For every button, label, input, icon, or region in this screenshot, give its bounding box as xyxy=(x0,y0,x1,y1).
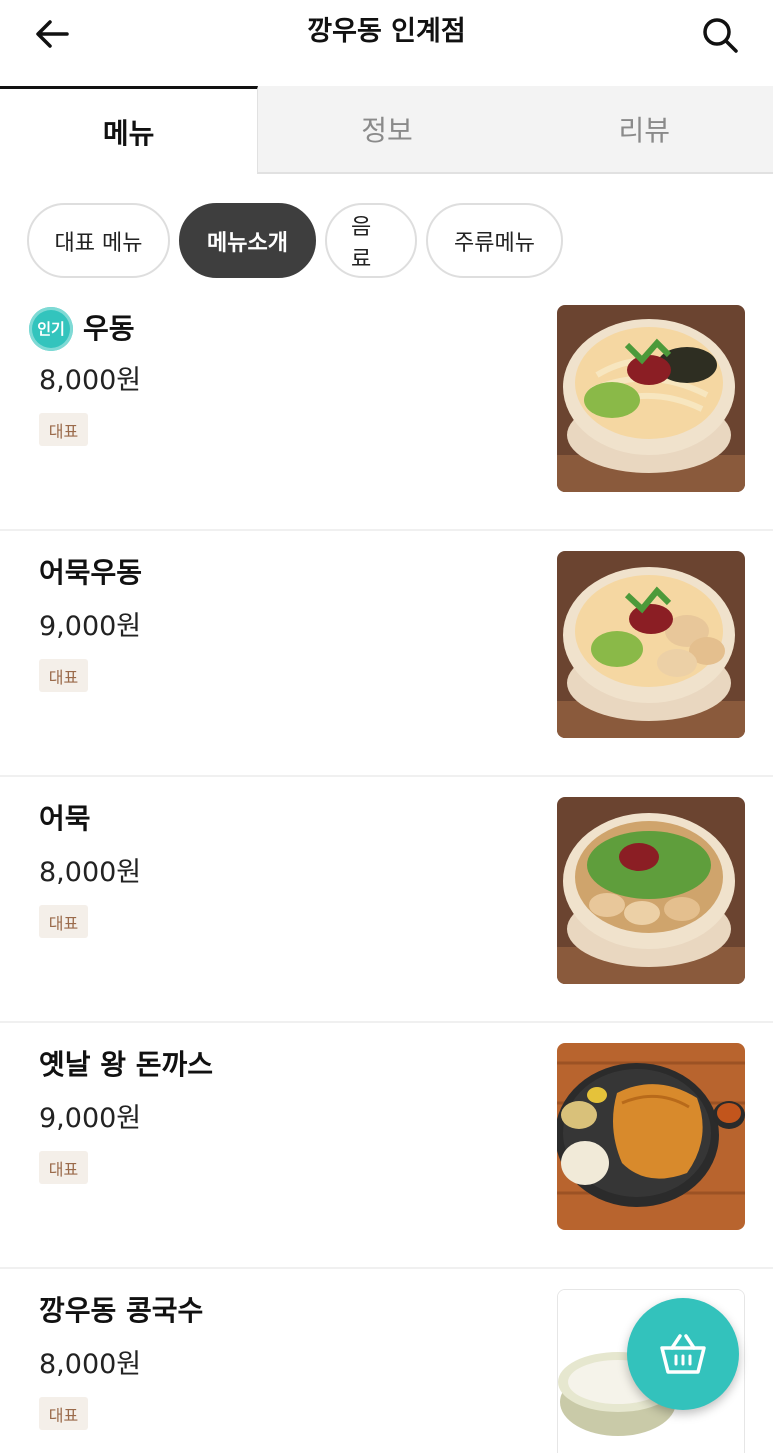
menu-item-name: 어묵 xyxy=(39,799,91,839)
menu-item-name: 옛날 왕 돈까스 xyxy=(39,1045,213,1085)
menu-item-price: 9,000원 xyxy=(39,611,142,642)
menu-item[interactable]: 옛날 왕 돈까스 9,000원 대표 xyxy=(0,1023,773,1269)
tab-info[interactable]: 정보 xyxy=(258,86,515,172)
chip-menu-intro[interactable]: 메뉴소개 xyxy=(179,203,316,278)
menu-item-price: 8,000원 xyxy=(39,857,142,888)
menu-item-image xyxy=(557,1043,745,1230)
signature-tag: 대표 xyxy=(39,659,88,692)
menu-item-price: 8,000원 xyxy=(39,365,142,396)
menu-item-price: 8,000원 xyxy=(39,1349,142,1380)
menu-item[interactable]: 어묵우동 9,000원 대표 xyxy=(0,531,773,777)
signature-tag: 대표 xyxy=(39,1151,88,1184)
app-header: 깡우동 인계점 xyxy=(0,0,773,86)
search-button[interactable] xyxy=(697,12,743,58)
tab-menu[interactable]: 메뉴 xyxy=(0,86,259,174)
tab-review[interactable]: 리뷰 xyxy=(516,86,773,172)
category-chips: 대표 메뉴 메뉴소개 음료 주류메뉴 xyxy=(27,203,563,278)
menu-list: 인기 우동 8,000원 대표 어묵우동 9,000원 대표 어묵 8,000원… xyxy=(0,285,773,1453)
basket-icon xyxy=(660,1334,706,1374)
signature-tag: 대표 xyxy=(39,413,88,446)
menu-item-name-text: 어묵우동 xyxy=(39,556,143,589)
menu-item-name-text: 옛날 왕 돈까스 xyxy=(39,1048,214,1081)
search-icon xyxy=(703,18,738,53)
page-title: 깡우동 인계점 xyxy=(307,16,466,47)
menu-item-name: 어묵우동 xyxy=(39,553,142,593)
chip-drinks[interactable]: 음료 xyxy=(325,203,417,278)
menu-item-name-text: 우동 xyxy=(83,312,135,345)
menu-item-price: 9,000원 xyxy=(39,1103,142,1134)
cart-button[interactable] xyxy=(627,1298,739,1410)
menu-item-name-text: 어묵 xyxy=(39,802,91,835)
menu-item-image xyxy=(557,797,745,984)
menu-item-image xyxy=(557,305,745,492)
menu-item[interactable]: 어묵 8,000원 대표 xyxy=(0,777,773,1023)
signature-tag: 대표 xyxy=(39,1397,88,1430)
menu-item-name: 깡우동 콩국수 xyxy=(39,1291,203,1331)
signature-tag: 대표 xyxy=(39,905,88,938)
menu-item[interactable]: 인기 우동 8,000원 대표 xyxy=(0,285,773,531)
menu-item-name-text: 깡우동 콩국수 xyxy=(39,1294,204,1327)
menu-item-name: 인기 우동 xyxy=(29,307,135,351)
menu-item-image xyxy=(557,551,745,738)
popular-badge: 인기 xyxy=(29,307,73,351)
chip-alcohol-menu[interactable]: 주류메뉴 xyxy=(426,203,563,278)
chip-signature-menu[interactable]: 대표 메뉴 xyxy=(27,203,170,278)
tab-bar: 메뉴 정보 리뷰 xyxy=(0,86,773,174)
